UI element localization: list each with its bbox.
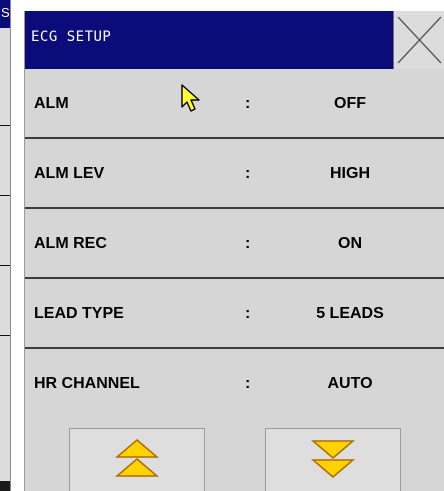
setting-label: HR CHANNEL <box>34 375 140 392</box>
setting-value[interactable]: 5 LEADS <box>285 279 415 349</box>
page-down-button[interactable] <box>265 428 401 491</box>
background-divider <box>0 335 10 336</box>
page-up-button[interactable] <box>69 428 205 491</box>
setting-row-alm-rec[interactable]: ALM REC : ON <box>25 209 444 279</box>
setting-value[interactable]: AUTO <box>285 349 415 419</box>
setting-row-hr-channel[interactable]: HR CHANNEL : AUTO <box>25 349 444 419</box>
setting-separator: : <box>245 235 251 252</box>
dialog-title: ECG SETUP <box>31 29 112 45</box>
setting-label: LEAD TYPE <box>34 305 124 322</box>
background-corner <box>0 481 10 491</box>
dialog-titlebar: ECG SETUP <box>25 11 444 69</box>
setting-row-alm-lev[interactable]: ALM LEV : HIGH <box>25 139 444 209</box>
background-divider <box>0 195 10 196</box>
close-button[interactable] <box>393 11 444 69</box>
setting-row-lead-type[interactable]: LEAD TYPE : 5 LEADS <box>25 279 444 349</box>
setting-label: ALM REC <box>34 235 107 252</box>
double-chevron-up-icon <box>115 439 159 477</box>
background-window-title: S <box>0 0 10 28</box>
setting-separator: : <box>245 165 251 182</box>
background-window: S <box>0 0 11 491</box>
setting-value[interactable]: HIGH <box>285 139 415 209</box>
background-divider <box>0 265 10 266</box>
double-chevron-down-icon <box>311 440 355 478</box>
screen: S ECG SETUP ALM : OFF ALM LEV : HIGH ALM… <box>0 0 444 491</box>
mouse-pointer-icon <box>181 84 200 112</box>
setting-value[interactable]: OFF <box>285 69 415 139</box>
setting-separator: : <box>245 305 251 322</box>
setting-label: ALM LEV <box>34 165 105 182</box>
background-divider <box>0 125 10 126</box>
setting-separator: : <box>245 95 251 112</box>
close-x-icon <box>397 16 442 64</box>
setting-value[interactable]: ON <box>285 209 415 279</box>
setting-label: ALM <box>34 95 69 112</box>
setting-row-alm[interactable]: ALM : OFF <box>25 69 444 139</box>
ecg-setup-dialog: ECG SETUP ALM : OFF ALM LEV : HIGH ALM R… <box>24 11 444 491</box>
setting-separator: : <box>245 375 251 392</box>
